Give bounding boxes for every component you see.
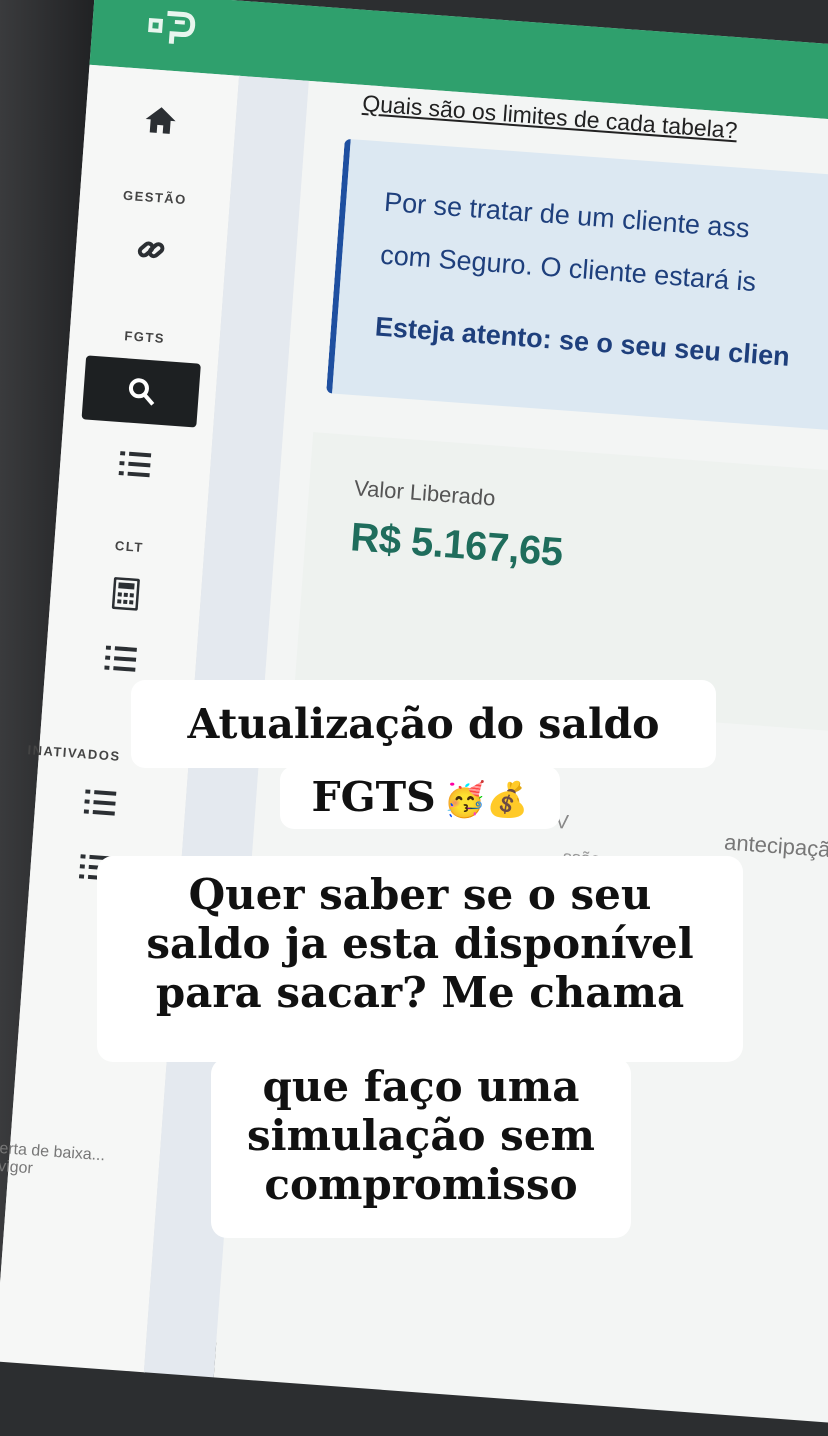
- info-alert: Por se tratar de um cliente ass com Segu…: [326, 138, 828, 450]
- caption-line: simulação sem: [247, 1111, 595, 1161]
- list-icon[interactable]: [74, 781, 127, 825]
- status-notice: erta de baixa... vigor: [0, 1140, 106, 1183]
- caption-line: compromisso: [264, 1160, 578, 1210]
- calculator-icon[interactable]: [99, 572, 152, 616]
- brand-logo-icon: [148, 10, 196, 44]
- section-label-clt: CLT: [114, 537, 145, 556]
- list-icon[interactable]: [95, 637, 148, 681]
- list-icon[interactable]: [109, 442, 162, 486]
- alert-line-1: Por se tratar de um cliente ass: [383, 186, 751, 244]
- caption-title-text: FGTS: [311, 773, 436, 821]
- alert-line-2: com Seguro. O cliente estará is: [379, 239, 758, 298]
- alert-line-3: Esteja atento: se o seu seu clien: [374, 311, 791, 372]
- caption-title-line-2: FGTS 🥳💰: [280, 766, 560, 829]
- value-amount: R$ 5.167,65: [349, 515, 565, 575]
- caption-line: saldo ja esta disponível: [146, 919, 694, 969]
- section-label-fgts: FGTS: [123, 328, 166, 347]
- caption-title-text: Atualização do saldo: [187, 700, 660, 748]
- fgts-search-nav-active[interactable]: [81, 355, 201, 428]
- search-icon: [128, 378, 154, 406]
- caption-title-line-1: Atualização do saldo: [131, 680, 716, 768]
- caption-line: que faço uma: [262, 1062, 580, 1111]
- caption-line: para sacar? Me chama: [155, 968, 685, 1018]
- caption-body-block-1: Quer saber se o seu saldo ja esta dispon…: [97, 856, 743, 1062]
- value-label: Valor Liberado: [353, 475, 497, 511]
- party-money-emoji-icon: 🥳💰: [443, 780, 529, 820]
- caption-line: Quer saber se o seu: [188, 870, 652, 919]
- caption-body-block-2: que faço uma simulação sem compromisso: [211, 1058, 631, 1238]
- home-icon[interactable]: [134, 98, 187, 142]
- section-label-gestao: GESTÃO: [122, 187, 188, 208]
- link-icon[interactable]: [125, 228, 178, 272]
